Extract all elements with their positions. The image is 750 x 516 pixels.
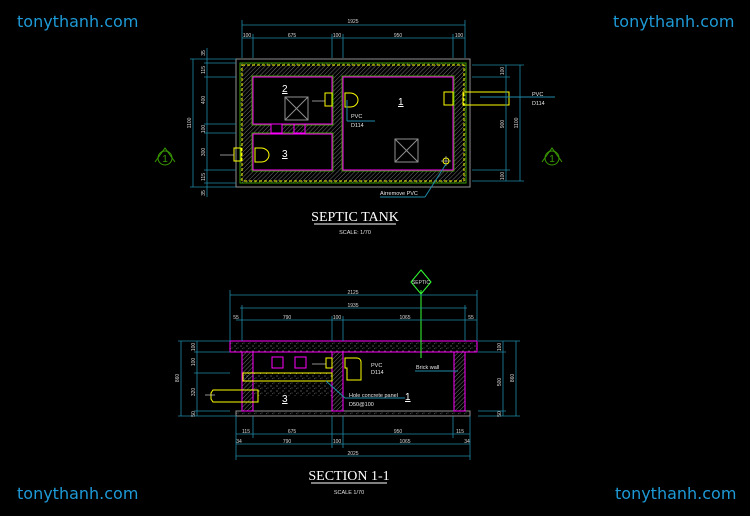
dim: 115 [201,173,207,181]
section-scale: SCALE 1/70 [334,490,364,496]
dim: 100 [333,33,342,39]
dim: 900 [500,120,506,129]
plan-title: SEPTIC TANK [311,210,399,225]
right-wall [453,351,466,412]
dim-total-height: 1100 [187,117,193,128]
dim: 100 [500,172,506,181]
dim: 100 [333,439,342,445]
dim-left-total: 860 [175,374,181,383]
room-2-number: 2 [282,84,288,95]
dim: 100 [455,33,464,39]
room-1-number: 1 [398,97,404,108]
cad-canvas: tonythanh.com tonythanh.com tonythanh.co… [0,0,750,516]
section-marker-left-icon: 1 [154,147,176,166]
pvc-elbow-icon [344,357,362,381]
pvc-outlet-size: D114 [532,101,545,107]
pvc-label: PVC [351,114,362,120]
room-3-number: 3 [282,149,288,160]
plan-opening [270,123,283,134]
section-pvc-size: D114 [371,370,384,376]
dim: 50 [191,411,197,417]
dim: 100 [201,125,207,134]
dim: 300 [201,148,207,157]
filter-layer [253,382,332,396]
pvc-size: D114 [351,123,364,129]
dim-inner: 1935 [347,303,358,309]
dim: 790 [283,315,292,321]
dim-right-total: 1100 [514,117,520,128]
dim-total-width: 1925 [347,19,358,25]
air-remove-label: Airremove PVC [380,191,418,197]
dim-total: 2125 [347,290,358,296]
section-title: SECTION 1-1 [308,469,389,484]
dim: 790 [283,439,292,445]
dim: 950 [394,429,403,435]
dim: 100 [497,343,503,352]
middle-wall [331,351,344,412]
plan-room-2-green [251,75,334,126]
plan-room-3-green [251,132,334,172]
vent-opening [294,356,307,369]
panel-number: 1 [405,392,411,403]
dim: 100 [191,343,197,352]
dim: 1065 [399,439,410,445]
dim: 35 [201,50,207,56]
section-pvc-label: PVC [371,363,382,369]
room-3-number: 3 [282,394,288,405]
dim: 100 [191,358,197,367]
dim-bottom-total: 2025 [347,451,358,457]
dim: 675 [288,33,297,39]
dim: 50 [497,411,503,417]
hole-concrete-panel [242,372,333,382]
dim: 55 [233,315,239,321]
plan-scale: SCALE: 1/70 [339,230,371,236]
panel-label: Hole concrete panel [349,393,398,399]
top-slab [229,340,478,353]
dim: 34 [464,439,470,445]
dim: 100 [243,33,252,39]
pvc-outlet-label: PVC [532,92,543,98]
section-marker-label: 1 [549,154,555,165]
section-view: SEPTIC PVC D114 Brick wall Hole concrete… [175,269,520,496]
dim: 35 [201,190,207,196]
dim: 400 [201,96,207,105]
dim: 55 [468,315,474,321]
drawing: PVC D114 PVC D114 Airremove PVC 1 2 3 19… [154,19,563,496]
section-marker-label: 1 [162,154,168,165]
pipe-fitting-icon [325,357,333,369]
dim: 950 [394,33,403,39]
panel-spec: D50@100 [349,402,374,408]
brick-wall-label: Brick wall [416,365,439,371]
dim: 100 [333,315,342,321]
section-marker-right-icon: 1 [541,147,563,166]
vent-opening [271,356,284,369]
dim: 675 [288,429,297,435]
plan-view: PVC D114 PVC D114 Airremove PVC 1 2 3 19… [154,19,563,236]
dim: 100 [500,67,506,76]
septic-marker-label: SEPTIC [412,280,430,286]
dim: 500 [497,378,503,387]
dim: 1065 [399,315,410,321]
dim: 115 [201,66,207,74]
bottom-slab [235,410,471,417]
dim: 34 [236,439,242,445]
dim: 115 [242,429,250,435]
dim-right-total: 860 [510,374,516,383]
dim: 320 [191,388,197,397]
dim: 115 [456,429,464,435]
